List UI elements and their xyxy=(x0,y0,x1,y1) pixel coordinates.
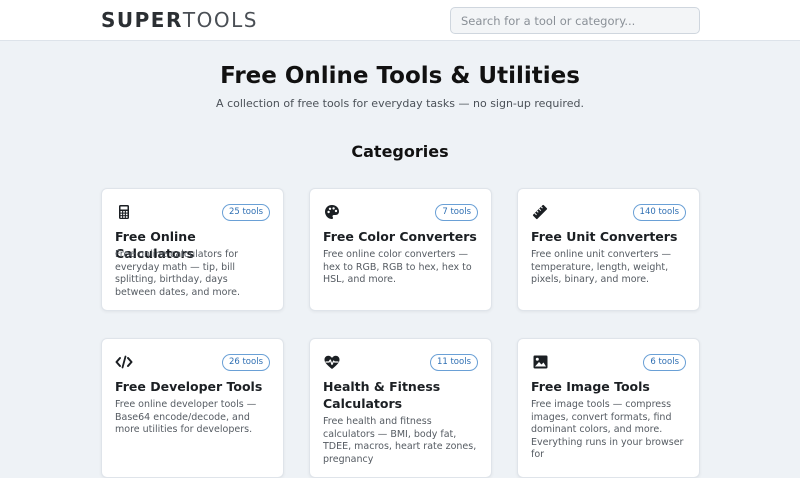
tool-count-badge: 25 tools xyxy=(221,204,270,221)
logo-light-text: TOOLS xyxy=(182,8,258,32)
category-card-color-converters[interactable]: 7 tools Free Color Converters Free onlin… xyxy=(309,188,492,311)
category-title: Free Unit Converters xyxy=(531,229,678,244)
categories-heading: Categories xyxy=(351,142,449,161)
category-title: Free Image Tools xyxy=(531,379,650,394)
heartbeat-icon xyxy=(323,353,341,371)
page-subtitle: A collection of free tools for everyday … xyxy=(216,97,584,110)
tool-count-badge: 6 tools xyxy=(643,354,686,371)
category-card-image-tools[interactable]: 6 tools Free Image Tools Free image tool… xyxy=(517,338,700,478)
category-description: Free image tools — compress images, conv… xyxy=(531,399,684,461)
category-description: Free online developer tools — Base64 enc… xyxy=(115,399,257,436)
palette-icon xyxy=(323,203,341,221)
category-card-developer-tools[interactable]: 26 tools Free Developer Tools Free onlin… xyxy=(101,338,284,478)
category-card-calculators[interactable]: 25 tools Free Online Calculators Free on… xyxy=(101,188,284,311)
category-card-health-fitness[interactable]: 11 tools Health & Fitness Calculators Fr… xyxy=(309,338,492,478)
category-description: Free online unit converters — temperatur… xyxy=(531,249,671,286)
tool-count-badge: 26 tools xyxy=(221,354,270,371)
tool-count-badge: 11 tools xyxy=(429,354,478,371)
category-title: Health & Fitness Calculators xyxy=(323,379,441,411)
page-title: Free Online Tools & Utilities xyxy=(220,63,580,89)
category-description: Free health and fitness calculators — BM… xyxy=(323,416,477,465)
tool-count-badge: 7 tools xyxy=(435,204,478,221)
category-card-unit-converters[interactable]: 140 tools Free Unit Converters Free onli… xyxy=(517,188,700,311)
logo-bold-text: SUPER xyxy=(101,8,183,32)
category-title: Free Color Converters xyxy=(323,229,477,244)
category-title: Free Developer Tools xyxy=(115,379,263,394)
calculator-icon xyxy=(115,203,133,221)
site-logo[interactable]: SUPERTOOLS xyxy=(101,8,258,32)
tool-count-badge: 140 tools xyxy=(632,204,686,221)
category-description: Free online calculators for everyday mat… xyxy=(115,249,241,298)
code-icon xyxy=(115,353,133,371)
site-header: SUPERTOOLS xyxy=(0,0,800,41)
ruler-icon xyxy=(531,203,549,221)
image-icon xyxy=(531,353,549,371)
search-input[interactable] xyxy=(450,7,700,34)
category-description: Free online color converters — hex to RG… xyxy=(323,249,472,286)
